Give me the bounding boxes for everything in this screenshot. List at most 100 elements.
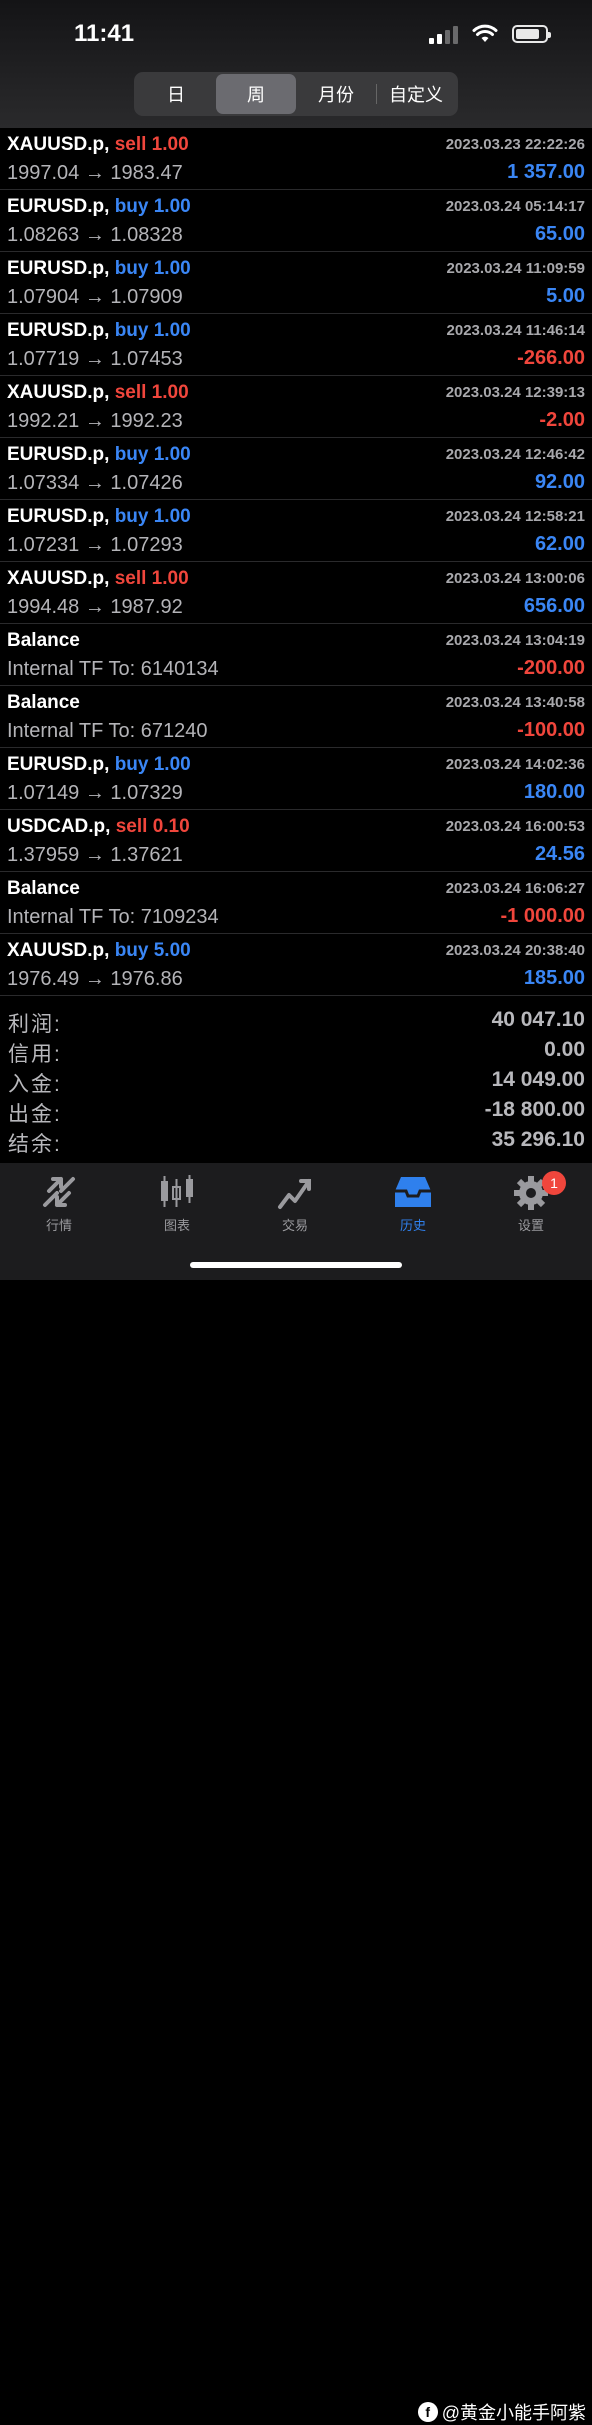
trade-title: EURUSD.p, buy 1.00 bbox=[7, 754, 191, 776]
trade-profit: -2.00 bbox=[539, 409, 585, 431]
trade-time: 2023.03.23 22:22:26 bbox=[445, 136, 585, 153]
trade-prices: 1.08263 → 1.08328 bbox=[7, 224, 183, 246]
trade-time: 2023.03.24 11:09:59 bbox=[446, 260, 585, 277]
trade-side: buy 1.00 bbox=[114, 258, 191, 279]
trade-title: XAUUSD.p, sell 1.00 bbox=[7, 568, 189, 590]
trade-side: sell 1.00 bbox=[114, 568, 189, 589]
trade-side: buy 1.00 bbox=[114, 506, 191, 527]
trade-row[interactable]: Balance Internal TF To: 671240 2023.03.24 … bbox=[0, 686, 592, 748]
tab-day[interactable]: 日 bbox=[136, 74, 216, 114]
trade-symbol: EURUSD.p, bbox=[7, 754, 110, 775]
trade-profit: 1 357.00 bbox=[507, 161, 585, 183]
trade-prices: 1.07231 → 1.07293 bbox=[7, 534, 183, 556]
trade-row[interactable]: EURUSD.p, buy 1.00 1.07904 → 1.07909 2023.… bbox=[0, 252, 592, 314]
tab-label: 历史 bbox=[399, 1218, 426, 1233]
trade-symbol: Balance bbox=[7, 692, 80, 713]
trade-time: 2023.03.24 05:14:17 bbox=[445, 198, 585, 215]
tab-custom[interactable]: 自定义 bbox=[376, 74, 456, 114]
summary: 利润: 40 047.10 信用: 0.00 入金: 14 049.00 出金:… bbox=[0, 1006, 592, 1156]
tab-label: 交易 bbox=[281, 1218, 308, 1233]
tab-chart[interactable]: 图表 bbox=[118, 1173, 236, 1233]
trade-symbol: USDCAD.p, bbox=[7, 816, 111, 837]
trade-row[interactable]: XAUUSD.p, buy 5.00 1976.49 → 1976.86 2023.… bbox=[0, 934, 592, 996]
tab-label: 行情 bbox=[45, 1218, 72, 1233]
trade-row[interactable]: EURUSD.p, buy 1.00 1.08263 → 1.08328 2023.… bbox=[0, 190, 592, 252]
summary-value: 14 049.00 bbox=[491, 1068, 585, 1091]
tab-quotes[interactable]: 行情 bbox=[0, 1173, 118, 1233]
trade-side: sell 0.10 bbox=[115, 816, 190, 837]
trade-symbol: EURUSD.p, bbox=[7, 196, 110, 217]
trade-title: EURUSD.p, buy 1.00 bbox=[7, 506, 191, 528]
trade-title: Balance bbox=[7, 878, 80, 900]
trade-time: 2023.03.24 12:58:21 bbox=[445, 508, 585, 525]
trade-prices: 1.37959 → 1.37621 bbox=[7, 844, 183, 866]
summary-label: 入金: bbox=[8, 1073, 62, 1096]
trade-title: XAUUSD.p, sell 1.00 bbox=[7, 382, 189, 404]
trade-title: XAUUSD.p, sell 1.00 bbox=[7, 134, 189, 156]
trade-time: 2023.03.24 14:02:36 bbox=[445, 756, 585, 773]
tab-label: 图表 bbox=[163, 1218, 190, 1233]
status-icons bbox=[429, 24, 551, 44]
trade-title: EURUSD.p, buy 1.00 bbox=[7, 258, 191, 280]
trade-prices: Internal TF To: 671240 bbox=[7, 720, 208, 742]
summary-label: 信用: bbox=[8, 1043, 62, 1066]
summary-row-profit: 利润: 40 047.10 bbox=[0, 1006, 592, 1036]
facebook-icon: f bbox=[417, 2402, 438, 2422]
trade-title: USDCAD.p, sell 0.10 bbox=[7, 816, 190, 838]
summary-value: 40 047.10 bbox=[491, 1008, 585, 1031]
trade-row[interactable]: XAUUSD.p, sell 1.00 1994.48 → 1987.92 2023… bbox=[0, 562, 592, 624]
trade-symbol: Balance bbox=[7, 630, 80, 651]
trade-prices: 1.07149 → 1.07329 bbox=[7, 782, 183, 804]
trade-icon bbox=[278, 1179, 311, 1209]
bottom-tab-bar: 行情 图表 交易 历史 1 设置 f @黄金小能手阿紫 bbox=[0, 1163, 592, 2423]
trade-time: 2023.03.24 13:40:58 bbox=[445, 694, 585, 711]
summary-label: 出金: bbox=[8, 1103, 62, 1126]
trade-profit: 65.00 bbox=[534, 223, 585, 245]
summary-value: -18 800.00 bbox=[484, 1098, 585, 1121]
watermark-text: @黄金小能手阿紫 bbox=[441, 2403, 586, 2423]
trade-side: sell 1.00 bbox=[114, 382, 189, 403]
trade-side: sell 1.00 bbox=[114, 134, 189, 155]
quotes-icon bbox=[43, 1177, 75, 1207]
trade-symbol: EURUSD.p, bbox=[7, 444, 110, 465]
trade-row[interactable]: XAUUSD.p, sell 1.00 1992.21 → 1992.23 2023… bbox=[0, 376, 592, 438]
trade-title: EURUSD.p, buy 1.00 bbox=[7, 196, 191, 218]
status-time: 11:41 bbox=[74, 20, 135, 47]
trade-row[interactable]: USDCAD.p, sell 0.10 1.37959 → 1.37621 2023… bbox=[0, 810, 592, 872]
header: 11:41 日 周 月份 自定义 bbox=[0, 0, 592, 128]
trade-row[interactable]: XAUUSD.p, sell 1.00 1997.04 → 1983.47 2023… bbox=[0, 128, 592, 190]
trade-time: 2023.03.24 12:39:13 bbox=[445, 384, 585, 401]
notification-badge: 1 bbox=[542, 1171, 566, 1195]
trade-row[interactable]: Balance Internal TF To: 6140134 2023.03.24… bbox=[0, 624, 592, 686]
trade-row[interactable]: EURUSD.p, buy 1.00 1.07231 → 1.07293 2023.… bbox=[0, 500, 592, 562]
tab-week[interactable]: 周 bbox=[216, 74, 296, 114]
tab-label: 设置 bbox=[517, 1218, 544, 1233]
chart-icon bbox=[161, 1175, 193, 1207]
trade-title: XAUUSD.p, buy 5.00 bbox=[7, 940, 191, 962]
watermark: f @黄金小能手阿紫 bbox=[417, 2399, 586, 2425]
trade-time: 2023.03.24 12:46:42 bbox=[445, 446, 585, 463]
trade-profit: -1 000.00 bbox=[500, 905, 585, 927]
trade-row[interactable]: EURUSD.p, buy 1.00 1.07149 → 1.07329 2023.… bbox=[0, 748, 592, 810]
tab-settings[interactable]: 1 设置 bbox=[472, 1171, 590, 1233]
trade-profit: 5.00 bbox=[546, 285, 585, 307]
trade-prices: 1.07334 → 1.07426 bbox=[7, 472, 183, 494]
trade-prices: Internal TF To: 7109234 bbox=[7, 906, 219, 928]
trade-time: 2023.03.24 13:04:19 bbox=[445, 632, 585, 649]
tab-trade[interactable]: 交易 bbox=[236, 1173, 354, 1233]
trade-row[interactable]: EURUSD.p, buy 1.00 1.07719 → 1.07453 2023.… bbox=[0, 314, 592, 376]
signal-icon bbox=[429, 24, 458, 44]
trade-row[interactable]: Balance Internal TF To: 7109234 2023.03.24… bbox=[0, 872, 592, 934]
trade-symbol: XAUUSD.p, bbox=[7, 134, 110, 155]
trade-time: 2023.03.24 16:06:27 bbox=[445, 880, 585, 897]
trade-prices: 1997.04 → 1983.47 bbox=[7, 162, 183, 184]
trade-prices: 1.07719 → 1.07453 bbox=[7, 348, 183, 370]
trade-time: 2023.03.24 13:00:06 bbox=[445, 570, 585, 587]
tab-history[interactable]: 历史 bbox=[354, 1173, 472, 1233]
trade-prices: 1976.49 → 1976.86 bbox=[7, 968, 183, 990]
period-segmented-control: 日 周 月份 自定义 bbox=[134, 72, 458, 116]
tab-month[interactable]: 月份 bbox=[296, 74, 376, 114]
trade-row[interactable]: EURUSD.p, buy 1.00 1.07334 → 1.07426 2023.… bbox=[0, 438, 592, 500]
trade-prices: 1.07904 → 1.07909 bbox=[7, 286, 183, 308]
trade-symbol: EURUSD.p, bbox=[7, 506, 110, 527]
